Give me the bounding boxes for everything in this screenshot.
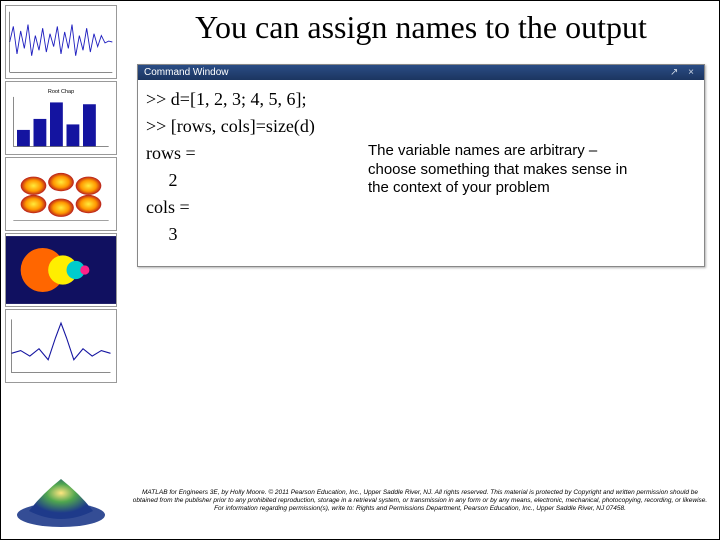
thumb-sinc	[5, 309, 117, 383]
command-window-titlebar: Command Window ↗ ×	[138, 65, 704, 80]
thumb-noisy-signal	[5, 5, 117, 79]
sidebar-thumbnails: Root Chap	[1, 1, 121, 541]
slide-title: You can assign names to the output	[137, 9, 705, 46]
slide-content: You can assign names to the output Comma…	[121, 1, 720, 541]
copyright-footer: MATLAB for Engineers 3E, by Holly Moore.…	[131, 489, 709, 513]
thumb-fractal	[5, 233, 117, 307]
svg-text:Root Chap: Root Chap	[48, 89, 74, 95]
undock-icon: ↗	[667, 67, 681, 78]
window-controls: ↗ ×	[667, 67, 698, 78]
command-window-title: Command Window	[144, 67, 228, 78]
command-window-body: >> d=[1, 2, 3; 4, 5, 6]; >> [rows, cols]…	[138, 80, 704, 266]
matlab-command-window: Command Window ↗ × >> d=[1, 2, 3; 4, 5, …	[137, 64, 705, 267]
cmd-line: >> d=[1, 2, 3; 4, 5, 6];	[146, 86, 696, 113]
thumb-surface-3d	[5, 157, 117, 231]
cmd-line: >> [rows, cols]=size(d)	[146, 113, 696, 140]
cmd-line: 3	[146, 221, 696, 248]
corner-3d-plot-icon	[5, 465, 117, 535]
close-icon: ×	[684, 67, 698, 78]
annotation-text: The variable names are arbitrary – choos…	[368, 142, 628, 198]
thumb-bar-chart: Root Chap	[5, 81, 117, 155]
